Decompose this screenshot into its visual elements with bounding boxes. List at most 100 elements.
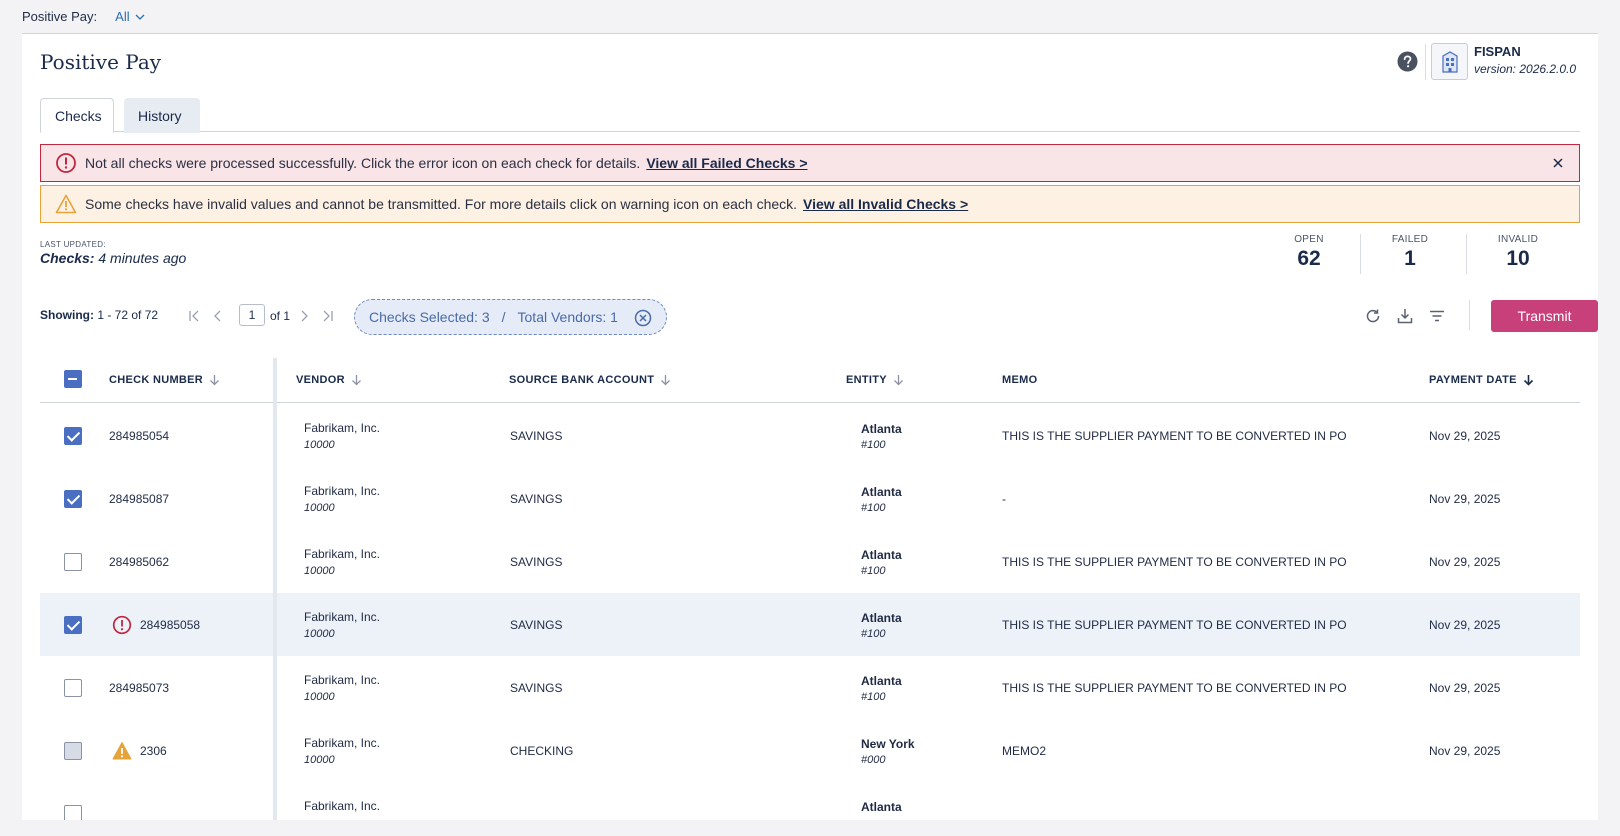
row-checkbox[interactable] (64, 490, 82, 508)
prev-page-icon[interactable] (210, 308, 226, 324)
warning-alert-message: Some checks have invalid values and cann… (85, 196, 798, 212)
memo: THIS IS THE SUPPLIER PAYMENT TO BE CONVE… (1002, 681, 1347, 695)
row-checkbox[interactable] (64, 805, 82, 820)
error-icon (56, 153, 76, 173)
vendor-name[interactable]: Fabrikam, Inc. (304, 610, 380, 624)
column-label: SOURCE BANK ACCOUNT (509, 374, 655, 386)
error-icon[interactable] (112, 615, 132, 635)
first-page-icon[interactable] (186, 308, 202, 324)
entity-name: Atlanta (861, 485, 902, 499)
column-label: PAYMENT DATE (1429, 374, 1517, 386)
stat-open-label: OPEN (1294, 234, 1324, 245)
vendor-name[interactable]: Fabrikam, Inc. (304, 547, 380, 561)
stat-failed: FAILED 1 (1360, 234, 1460, 271)
checks-selected: Checks Selected: 3 (369, 309, 490, 325)
vendor-name[interactable]: Fabrikam, Inc. (304, 484, 380, 498)
column-check-number[interactable]: CHECK NUMBER (109, 374, 220, 386)
last-page-icon[interactable] (320, 308, 336, 324)
page-number-input[interactable]: 1 (239, 304, 265, 326)
table-row[interactable]: 284985058 Fabrikam, Inc. 10000 SAVINGS Atlan… (40, 593, 1580, 658)
showing-label: Showing: (40, 308, 94, 322)
filter-icon[interactable] (1428, 307, 1446, 325)
vendor-id: 10000 (304, 439, 335, 451)
column-label: VENDOR (296, 374, 345, 386)
entity-name: Atlanta (861, 674, 902, 688)
tab-history[interactable]: History (124, 98, 200, 133)
positive-pay-filter-select[interactable]: All (115, 9, 145, 24)
table-row[interactable]: 2306 Fabrikam, Inc. 10000 CHECKING New York #… (40, 719, 1580, 784)
payment-date: Nov 29, 2025 (1429, 555, 1501, 569)
entity-name: Atlanta (861, 611, 902, 625)
memo: THIS IS THE SUPPLIER PAYMENT TO BE CONVE… (1002, 429, 1347, 443)
payment-date: Nov 29, 2025 (1429, 492, 1501, 506)
row-checkbox[interactable] (64, 679, 82, 697)
table-row[interactable]: 284985062 Fabrikam, Inc. 10000 SAVINGS Atlan… (40, 530, 1580, 595)
error-alert: Not all checks were processed successful… (40, 144, 1580, 182)
total-vendors: Total Vendors: 1 (517, 309, 618, 325)
vendor-name[interactable]: Fabrikam, Inc. (304, 799, 380, 813)
memo: - (1002, 492, 1006, 506)
vendor-id: 10000 (304, 565, 335, 577)
warning-icon (55, 194, 77, 214)
sort-arrow-icon (210, 375, 220, 386)
row-checkbox[interactable] (64, 553, 82, 571)
entity-name: Atlanta (861, 800, 902, 814)
clear-selection-icon[interactable] (634, 309, 652, 327)
close-icon[interactable] (1551, 156, 1565, 170)
stat-failed-label: FAILED (1391, 234, 1429, 245)
check-number: 284985054 (109, 429, 170, 443)
table-row[interactable]: Fabrikam, Inc. Atlanta (40, 782, 1580, 820)
check-number: 284985058 (140, 618, 201, 632)
vendor-name[interactable]: Fabrikam, Inc. (304, 673, 380, 687)
help-icon[interactable] (1397, 51, 1418, 72)
table-row[interactable]: 284985087 Fabrikam, Inc. 10000 SAVINGS Atlan… (40, 467, 1580, 532)
source-bank-account: SAVINGS (510, 618, 563, 632)
selection-separator: / (501, 309, 506, 325)
vendor-id: 10000 (304, 754, 335, 766)
vendor-name-text: Fabrikam, Inc. (304, 484, 381, 498)
entity-name: Atlanta (861, 548, 902, 562)
check-number: 284985087 (109, 492, 170, 506)
vendor-name[interactable]: Fabrikam, Inc. (304, 736, 380, 750)
row-checkbox[interactable] (64, 427, 82, 445)
row-checkbox[interactable] (64, 616, 82, 634)
memo: MEMO2 (1002, 744, 1047, 758)
toolbar-divider (1469, 300, 1470, 330)
table-row[interactable]: 284985054 Fabrikam, Inc. 10000 SAVINGS Atlan… (40, 404, 1580, 469)
refresh-icon[interactable] (1364, 307, 1382, 325)
top-filter-bar: Positive Pay: All (0, 0, 1620, 34)
chevron-down-icon (135, 14, 145, 20)
stat-open: OPEN 62 (1259, 234, 1359, 271)
vendor-name[interactable]: Fabrikam, Inc. (304, 421, 380, 435)
column-memo[interactable]: MEMO (1002, 374, 1037, 386)
vendor-name-text: Fabrikam, Inc. (304, 547, 381, 561)
warning-alert: Some checks have invalid values and cann… (40, 185, 1580, 223)
view-invalid-checks-link[interactable]: View all Invalid Checks > (803, 196, 968, 212)
column-payment-date[interactable]: PAYMENT DATE (1429, 374, 1534, 386)
next-page-icon[interactable] (296, 308, 312, 324)
vendor-name-text: Fabrikam, Inc. (304, 736, 381, 750)
check-number: 2306 (140, 744, 167, 758)
showing-range: Showing: 1 - 72 of 72 (40, 308, 158, 322)
table-row[interactable]: 284985073 Fabrikam, Inc. 10000 SAVINGS Atlan… (40, 656, 1580, 721)
tab-checks[interactable]: Checks (40, 98, 114, 133)
brand-name: FISPAN (1474, 44, 1521, 59)
checks-table: CHECK NUMBER VENDOR SOURCE BANK ACCOUNT … (40, 358, 1580, 820)
column-vendor[interactable]: VENDOR (296, 374, 362, 386)
view-failed-checks-link[interactable]: View all Failed Checks > (646, 155, 807, 171)
warning-icon[interactable] (112, 741, 132, 761)
column-entity[interactable]: ENTITY (846, 374, 904, 386)
stat-invalid: INVALID 10 (1468, 234, 1568, 271)
table-header: CHECK NUMBER VENDOR SOURCE BANK ACCOUNT … (40, 358, 1580, 403)
download-icon[interactable] (1396, 307, 1414, 325)
transmit-button[interactable]: Transmit (1491, 300, 1598, 332)
frozen-column-divider (273, 358, 277, 820)
select-all-checkbox[interactable] (64, 370, 82, 388)
column-source-bank-account[interactable]: SOURCE BANK ACCOUNT (509, 374, 671, 386)
column-label: MEMO (1002, 374, 1038, 386)
stat-invalid-label: INVALID (1497, 234, 1539, 245)
entity-id: #100 (861, 439, 886, 451)
page-title: Positive Pay (40, 50, 162, 74)
row-checkbox[interactable] (64, 742, 82, 760)
sort-arrow-active-icon (1523, 375, 1533, 386)
